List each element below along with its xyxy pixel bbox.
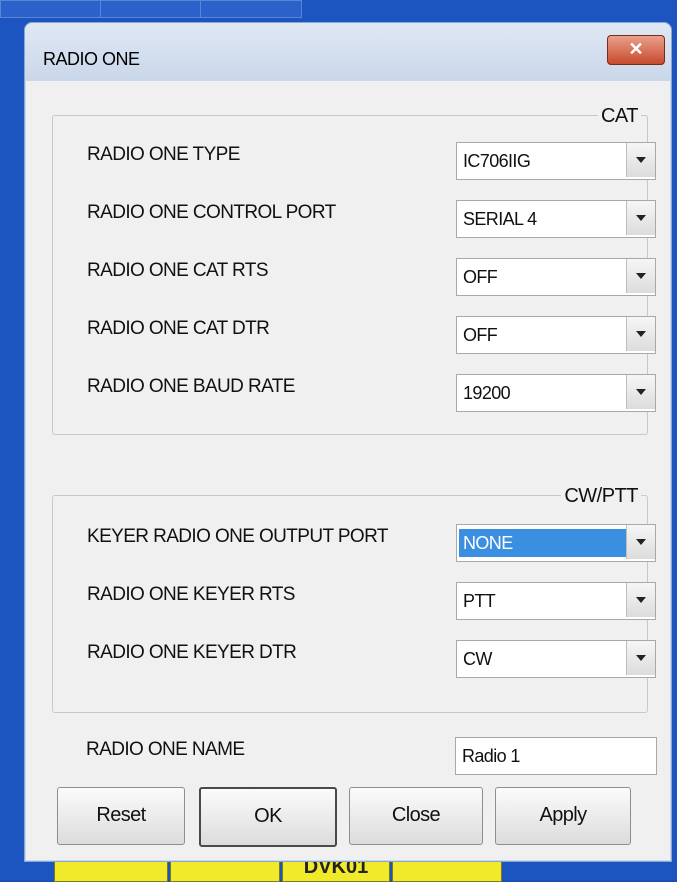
- chevron-down-icon[interactable]: [626, 201, 655, 235]
- keyer-dtr-label: RADIO ONE KEYER DTR: [87, 642, 297, 663]
- radio-type-select[interactable]: IC706IIG: [456, 142, 656, 180]
- keyer-rts-row: RADIO ONE KEYER RTS PTT: [53, 578, 656, 620]
- cat-dtr-row: RADIO ONE CAT DTR OFF: [53, 312, 656, 354]
- chevron-down-icon[interactable]: [626, 259, 655, 293]
- baud-rate-label: RADIO ONE BAUD RATE: [87, 376, 295, 397]
- radio-type-label: RADIO ONE TYPE: [87, 144, 240, 165]
- close-window-button[interactable]: ✕: [607, 35, 665, 65]
- keyer-rts-value: PTT: [463, 591, 496, 611]
- keyer-output-port-label: KEYER RADIO ONE OUTPUT PORT: [87, 526, 388, 547]
- cat-rts-label: RADIO ONE CAT RTS: [87, 260, 268, 281]
- keyer-output-port-value: NONE: [459, 529, 627, 557]
- keyer-dtr-select[interactable]: CW: [456, 640, 656, 678]
- chevron-down-icon[interactable]: [626, 525, 655, 559]
- control-port-select[interactable]: SERIAL 4: [456, 200, 656, 238]
- chevron-down-icon[interactable]: [626, 583, 655, 617]
- chevron-down-icon[interactable]: [626, 375, 655, 409]
- baud-rate-value: 19200: [463, 383, 511, 403]
- control-port-row: RADIO ONE CONTROL PORT SERIAL 4: [53, 196, 656, 238]
- cat-group: CAT RADIO ONE TYPE IC706IIG RADIO ONE CO…: [52, 105, 656, 435]
- cw-ptt-group-legend: CW/PTT: [561, 485, 641, 508]
- keyer-rts-select[interactable]: PTT: [456, 582, 656, 620]
- cat-dtr-label: RADIO ONE CAT DTR: [87, 318, 270, 339]
- window-title: RADIO ONE: [43, 49, 140, 69]
- cat-group-legend: CAT: [597, 105, 641, 128]
- reset-button[interactable]: Reset: [57, 787, 185, 845]
- chevron-down-icon[interactable]: [626, 641, 655, 675]
- close-icon: ✕: [628, 39, 644, 59]
- baud-rate-row: RADIO ONE BAUD RATE 19200: [53, 370, 656, 412]
- cat-rts-select[interactable]: OFF: [456, 258, 656, 296]
- control-port-value: SERIAL 4: [463, 209, 537, 229]
- keyer-output-port-select[interactable]: NONE: [456, 524, 656, 562]
- ok-button[interactable]: OK: [199, 787, 337, 847]
- cat-rts-value: OFF: [463, 267, 498, 287]
- chevron-down-icon[interactable]: [626, 143, 655, 177]
- keyer-dtr-value: CW: [463, 649, 492, 669]
- radio-name-value: Radio 1: [462, 746, 520, 766]
- chevron-down-icon[interactable]: [626, 317, 655, 351]
- keyer-dtr-row: RADIO ONE KEYER DTR CW: [53, 636, 656, 678]
- close-button[interactable]: Close: [349, 787, 483, 845]
- dialog-client: CAT RADIO ONE TYPE IC706IIG RADIO ONE CO…: [33, 81, 663, 853]
- radio-one-dialog: RADIO ONE ✕ CAT RADIO ONE TYPE IC706IIG …: [24, 22, 672, 862]
- cat-rts-row: RADIO ONE CAT RTS OFF: [53, 254, 656, 296]
- cat-dtr-select[interactable]: OFF: [456, 316, 656, 354]
- radio-type-value: IC706IIG: [463, 151, 531, 171]
- radio-name-label: RADIO ONE NAME: [86, 739, 245, 760]
- background-cell: [0, 0, 102, 18]
- cat-dtr-value: OFF: [463, 325, 498, 345]
- baud-rate-select[interactable]: 19200: [456, 374, 656, 412]
- radio-name-input[interactable]: Radio 1: [455, 737, 657, 775]
- title-bar[interactable]: RADIO ONE ✕: [25, 23, 671, 81]
- apply-button[interactable]: Apply: [495, 787, 631, 845]
- radio-name-row: RADIO ONE NAME Radio 1: [52, 733, 657, 775]
- background-cell: [200, 0, 302, 18]
- background-cell: [100, 0, 202, 18]
- keyer-output-port-row: KEYER RADIO ONE OUTPUT PORT NONE: [53, 520, 656, 562]
- cw-ptt-group: CW/PTT KEYER RADIO ONE OUTPUT PORT NONE …: [52, 485, 656, 713]
- keyer-rts-label: RADIO ONE KEYER RTS: [87, 584, 295, 605]
- control-port-label: RADIO ONE CONTROL PORT: [87, 202, 336, 223]
- radio-type-row: RADIO ONE TYPE IC706IIG: [53, 138, 656, 180]
